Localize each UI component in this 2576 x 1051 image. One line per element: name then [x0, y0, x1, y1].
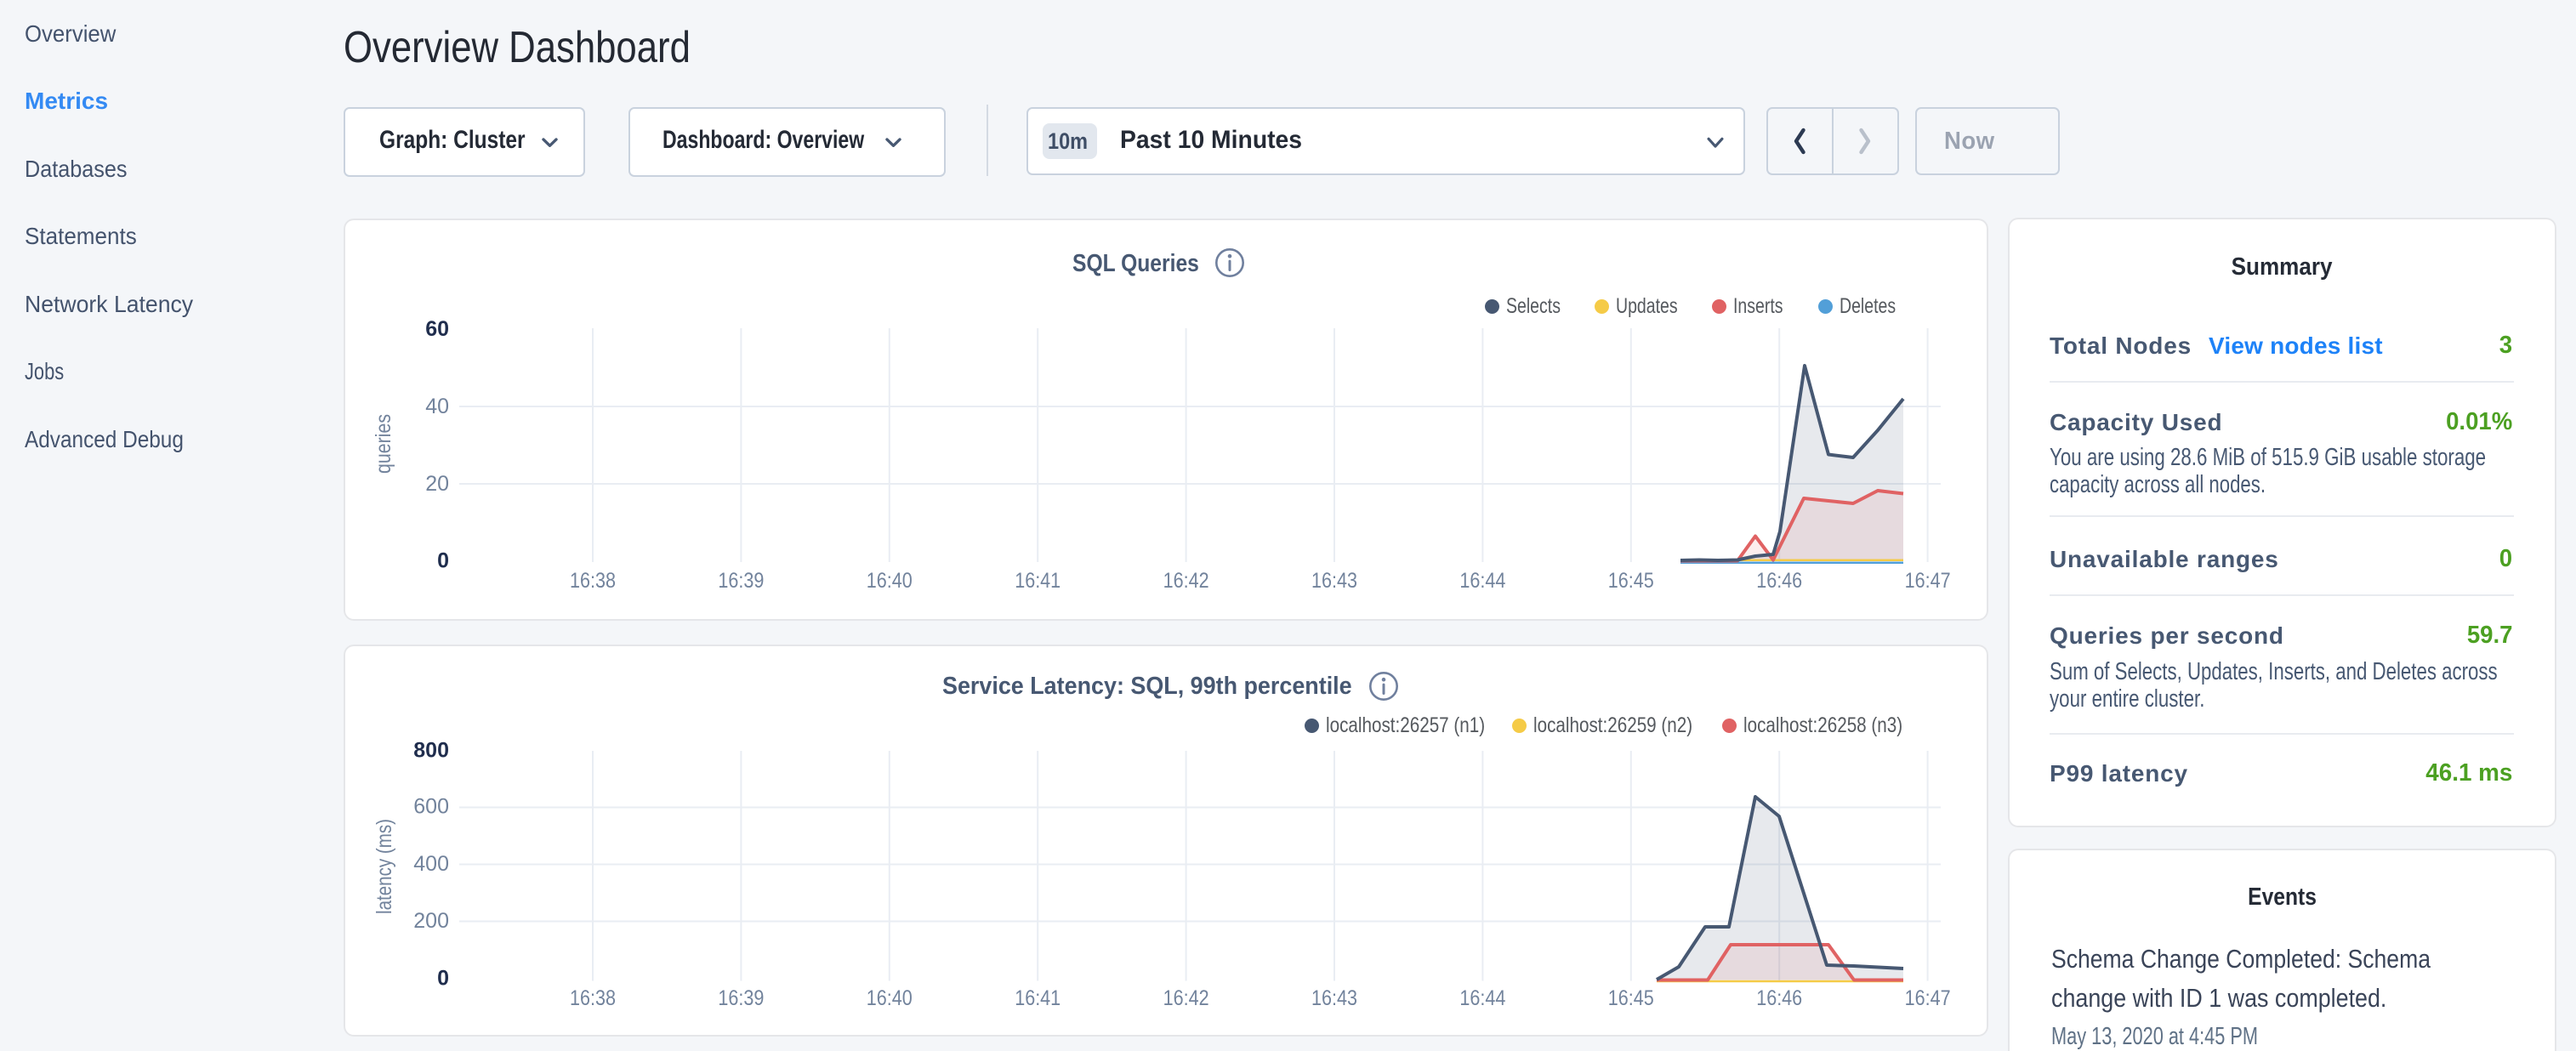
svg-text:16:40: 16:40	[867, 569, 913, 593]
svg-text:16:42: 16:42	[1163, 569, 1209, 593]
svg-text:60: 60	[425, 317, 449, 341]
svg-text:16:43: 16:43	[1311, 986, 1357, 1010]
svg-text:16:39: 16:39	[718, 569, 764, 593]
svg-text:20: 20	[425, 472, 449, 496]
svg-text:16:45: 16:45	[1608, 569, 1654, 593]
svg-text:16:41: 16:41	[1015, 986, 1061, 1010]
svg-text:0: 0	[437, 549, 449, 573]
svg-text:800: 800	[413, 739, 449, 763]
svg-text:16:38: 16:38	[570, 569, 616, 593]
svg-text:16:44: 16:44	[1459, 986, 1505, 1010]
svg-text:16:45: 16:45	[1608, 986, 1654, 1010]
svg-text:16:42: 16:42	[1163, 986, 1209, 1010]
svg-text:16:47: 16:47	[1905, 986, 1951, 1010]
svg-text:16:46: 16:46	[1756, 986, 1802, 1010]
svg-text:200: 200	[413, 909, 449, 933]
svg-text:16:38: 16:38	[570, 986, 616, 1010]
svg-text:16:44: 16:44	[1459, 569, 1505, 593]
svg-text:16:41: 16:41	[1015, 569, 1061, 593]
svg-text:16:40: 16:40	[867, 986, 913, 1010]
svg-text:400: 400	[413, 852, 449, 876]
svg-text:16:47: 16:47	[1905, 569, 1951, 593]
svg-text:16:39: 16:39	[718, 986, 764, 1010]
svg-text:16:46: 16:46	[1756, 569, 1802, 593]
svg-text:0: 0	[437, 967, 449, 991]
svg-text:latency (ms): latency (ms)	[372, 819, 396, 914]
svg-text:queries: queries	[372, 414, 395, 474]
svg-text:40: 40	[425, 395, 449, 418]
svg-text:16:43: 16:43	[1311, 569, 1357, 593]
svg-text:600: 600	[413, 795, 449, 819]
